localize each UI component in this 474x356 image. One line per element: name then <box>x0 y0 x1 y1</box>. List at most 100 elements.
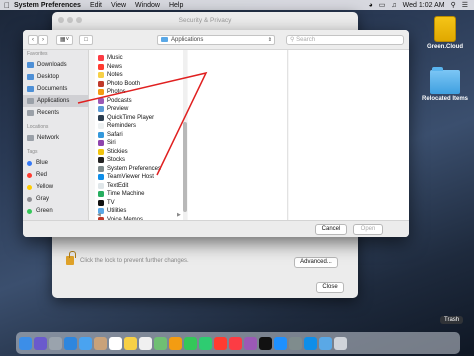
search-input[interactable]: ⚲ Search <box>286 35 404 45</box>
file-row[interactable]: Music <box>95 54 186 63</box>
apple-menu-icon[interactable]:  <box>0 1 14 10</box>
file-name: Time Machine <box>107 191 145 197</box>
display-icon[interactable]: ▭ <box>379 1 386 9</box>
file-row[interactable]: Siri <box>95 139 186 148</box>
file-row[interactable]: TextEdit <box>95 182 186 191</box>
spotlight-icon[interactable]: ⚲ <box>451 1 456 9</box>
lock-icon[interactable] <box>66 251 76 265</box>
menu-view[interactable]: View <box>111 2 126 9</box>
sidebar-tag-blue[interactable]: Blue <box>23 157 88 169</box>
news-icon[interactable] <box>214 336 227 350</box>
safari-icon[interactable] <box>64 336 77 350</box>
podcasts-icon[interactable] <box>244 336 257 350</box>
downloads-icon <box>27 62 34 68</box>
photos-icon[interactable] <box>169 336 182 350</box>
file-row[interactable]: TeamViewer Host <box>95 173 186 182</box>
volume-icon[interactable]: ♫ <box>391 2 396 9</box>
sidebar-item-applications[interactable]: Applications <box>23 95 88 107</box>
siri-icon[interactable] <box>34 336 47 350</box>
finder-icon[interactable] <box>19 336 32 350</box>
file-name: TeamViewer Host <box>107 174 154 180</box>
file-row[interactable]: Notes <box>95 71 186 80</box>
sidebar-item-downloads[interactable]: Downloads <box>23 59 88 71</box>
sidebar-tag-red[interactable]: Red <box>23 169 88 181</box>
file-row[interactable]: Time Machine <box>95 190 186 199</box>
advanced-button[interactable]: Advanced... <box>294 257 338 268</box>
sidebar-tag-yellow[interactable]: Yellow <box>23 181 88 193</box>
file-name: Stocks <box>107 157 126 163</box>
lock-text: Click the lock to prevent further change… <box>80 258 189 264</box>
sidebar: Favorites Downloads Desktop Documents Ap… <box>23 50 89 220</box>
file-name: Stickies <box>107 148 128 155</box>
tv-icon[interactable] <box>259 336 272 350</box>
file-row[interactable]: Podcasts <box>95 97 186 106</box>
messages-icon[interactable] <box>184 336 197 350</box>
file-row[interactable]: Reminders <box>95 122 186 131</box>
system-preferences-icon[interactable] <box>289 336 302 350</box>
contacts-icon[interactable] <box>94 336 107 350</box>
calendar-icon[interactable] <box>109 336 122 350</box>
sidebar-item-desktop[interactable]: Desktop <box>23 71 88 83</box>
wifi-icon[interactable]: ◕ <box>369 2 373 9</box>
app-icon <box>98 148 104 155</box>
mail-icon[interactable] <box>79 336 92 350</box>
app-icon <box>98 97 104 104</box>
notification-center-icon[interactable]: ☰ <box>462 1 468 9</box>
scroll-right-icon[interactable]: ▶ <box>177 212 181 218</box>
desktop-folder[interactable]: Relocated Items <box>418 67 472 102</box>
back-icon[interactable]: ‹ <box>28 35 38 45</box>
menu-clock[interactable]: Wed 1:02 AM <box>403 2 445 9</box>
file-row[interactable]: Photo Booth <box>95 80 186 89</box>
vertical-scrollbar[interactable] <box>183 50 187 220</box>
sidebar-item-label: Red <box>36 172 48 178</box>
path-label: Applications <box>171 37 204 43</box>
open-file-dialog: ‹ › ▦˅ □ Applications ⇕ ⚲ Search Favorit… <box>23 30 409 237</box>
desktop-drive[interactable]: Green.Cloud <box>420 16 470 50</box>
reminders-icon[interactable] <box>139 336 152 350</box>
menu-help[interactable]: Help <box>169 2 183 9</box>
file-row[interactable]: QuickTime Player <box>95 114 186 123</box>
column-view-icon[interactable]: ▦˅ <box>56 35 73 45</box>
chevron-updown-icon: ⇕ <box>267 37 272 43</box>
app-icon <box>98 157 104 164</box>
sidebar-header-favorites: Favorites <box>27 51 48 57</box>
file-row[interactable]: Stickies <box>95 148 186 157</box>
window-titlebar[interactable]: Security & Privacy <box>52 12 358 28</box>
file-row[interactable]: News <box>95 63 186 72</box>
file-row[interactable]: Preview <box>95 105 186 114</box>
menu-edit[interactable]: Edit <box>90 2 102 9</box>
sidebar-item-documents[interactable]: Documents <box>23 83 88 95</box>
file-row[interactable]: Safari <box>95 131 186 140</box>
scrollbar-thumb[interactable] <box>183 122 187 212</box>
sidebar-item-network[interactable]: Network <box>23 132 88 144</box>
teamviewer-icon[interactable] <box>304 336 317 350</box>
sidebar-tag-gray[interactable]: Gray <box>23 193 88 205</box>
new-folder-icon[interactable]: □ <box>79 35 93 45</box>
notes-icon[interactable] <box>124 336 137 350</box>
path-popup[interactable]: Applications ⇕ <box>157 35 275 45</box>
trash-icon[interactable] <box>334 336 347 350</box>
sidebar-tag-green[interactable]: Green <box>23 205 88 217</box>
file-name: Preview <box>107 106 129 112</box>
file-row[interactable]: Stocks <box>95 156 186 165</box>
scroll-left-icon[interactable]: ◀ <box>97 212 101 218</box>
desktop-icon <box>27 74 34 80</box>
menu-app-name[interactable]: System Preferences <box>14 2 81 9</box>
menu-window[interactable]: Window <box>135 2 160 9</box>
downloads-folder-icon[interactable] <box>319 336 332 350</box>
sidebar-item-recents[interactable]: Recents <box>23 107 88 119</box>
music-icon[interactable] <box>229 336 242 350</box>
launchpad-icon[interactable] <box>49 336 62 350</box>
file-row[interactable]: Photos <box>95 88 186 97</box>
facetime-icon[interactable] <box>199 336 212 350</box>
forward-icon[interactable]: › <box>38 35 48 45</box>
app-store-icon[interactable] <box>274 336 287 350</box>
file-row[interactable]: System Preferences <box>95 165 186 174</box>
open-button[interactable]: Open <box>353 224 383 235</box>
maps-icon[interactable] <box>154 336 167 350</box>
close-button[interactable]: Close <box>316 282 344 293</box>
file-row[interactable]: TV <box>95 199 186 208</box>
applications-column: Music News Notes Photo Booth Photos Podcasts P… <box>95 50 187 223</box>
dialog-footer: Cancel Open <box>23 220 409 237</box>
cancel-button[interactable]: Cancel <box>315 224 347 235</box>
